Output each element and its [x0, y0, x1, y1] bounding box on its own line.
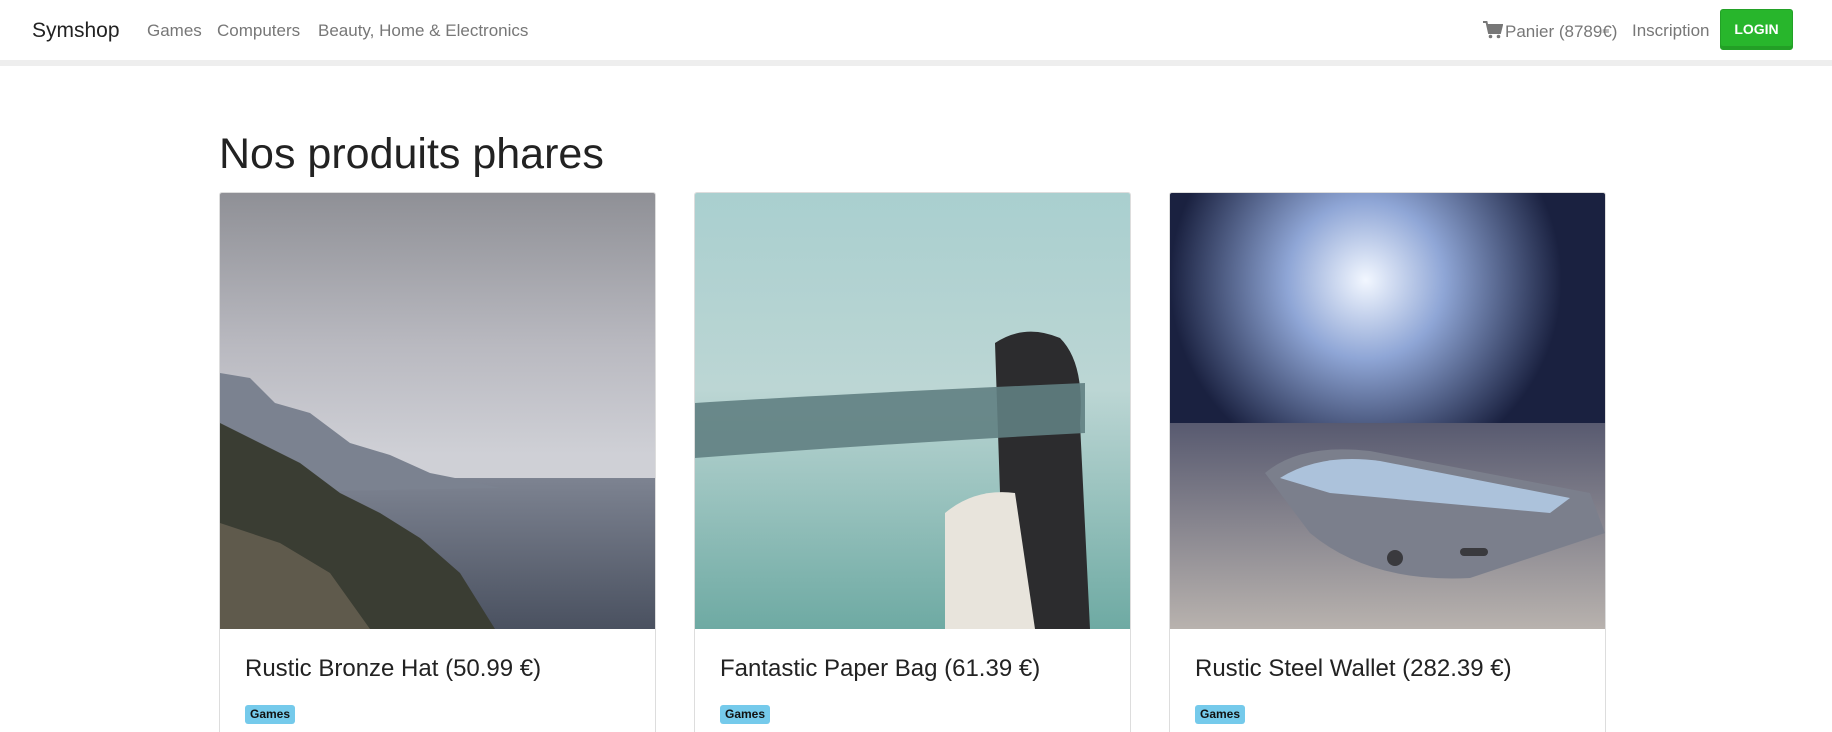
category-badge: Games — [1195, 705, 1246, 724]
product-image[interactable] — [1170, 193, 1605, 629]
nav-link-beauty-home-electronics[interactable]: Beauty, Home & Electronics — [318, 21, 528, 41]
cart-link[interactable]: Panier (8789€) — [1483, 21, 1617, 42]
product-card[interactable]: Fantastic Paper Bag (61.39 €) Games — [694, 192, 1131, 732]
cart-label: Panier (8789€) — [1505, 22, 1618, 41]
nav-link-games[interactable]: Games — [147, 21, 202, 41]
nav-link-computers[interactable]: Computers — [217, 21, 300, 41]
product-title[interactable]: Fantastic Paper Bag (61.39 €) — [720, 655, 1040, 683]
product-card[interactable]: Rustic Steel Wallet (282.39 €) Games — [1169, 192, 1606, 732]
signup-link[interactable]: Inscription — [1632, 21, 1709, 41]
product-card[interactable]: Rustic Bronze Hat (50.99 €) Games — [219, 192, 656, 732]
navbar: Symshop Games Computers Beauty, Home & E… — [0, 0, 1832, 66]
page-title: Nos produits phares — [219, 130, 604, 178]
product-title[interactable]: Rustic Bronze Hat (50.99 €) — [245, 655, 541, 683]
product-image[interactable] — [695, 193, 1130, 629]
product-image[interactable] — [220, 193, 655, 629]
brand-logo[interactable]: Symshop — [32, 19, 120, 43]
category-badge: Games — [245, 705, 296, 724]
category-badge: Games — [720, 705, 771, 724]
shopping-cart-icon — [1483, 21, 1503, 39]
login-button[interactable]: LOGIN — [1720, 9, 1793, 50]
product-title[interactable]: Rustic Steel Wallet (282.39 €) — [1195, 655, 1512, 683]
